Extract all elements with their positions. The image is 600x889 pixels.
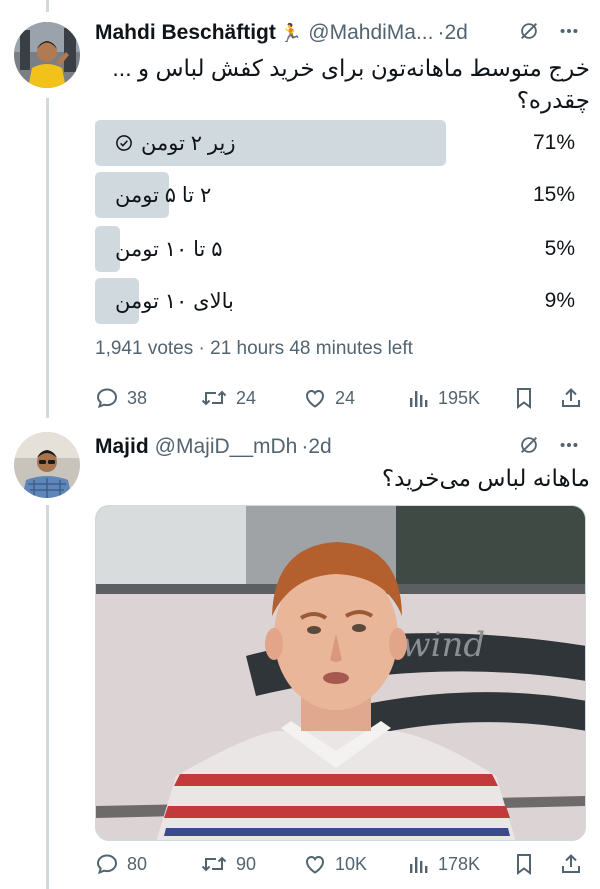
tweet2-text: ماهانه لباس می‌خرید؟ (381, 465, 590, 491)
tweet1-text-line2: چقدره؟ (516, 87, 590, 113)
bookmark-button[interactable] (513, 852, 535, 876)
like-count: 24 (335, 387, 356, 408)
views-icon (408, 852, 430, 876)
more-icon[interactable] (558, 434, 580, 456)
views-count: 178K (438, 853, 481, 874)
retweet-icon (200, 386, 228, 410)
poll-option-2: ۲ تا ۵ تومن 15% (95, 172, 575, 218)
bookmark-button[interactable] (513, 386, 535, 410)
retweet-button[interactable]: 90 (200, 852, 256, 876)
poll-label-2: ۲ تا ۵ تومن (115, 172, 211, 218)
poll-option-4: بالای ۱۰ تومن 9% (95, 278, 575, 324)
tweet1-text-line1: خرج متوسط ماهانه‌تون برای خرید کفش لباس … (112, 55, 590, 81)
like-icon (303, 852, 327, 876)
like-icon (303, 386, 327, 410)
like-count: 10K (335, 853, 368, 874)
retweet-count: 24 (236, 387, 257, 408)
poll-label-1: زیر ۲ تومن (115, 120, 235, 166)
poll-meta: 1,941 votes · 21 hours 48 minutes left (95, 338, 413, 360)
poll-percent-4: 9% (544, 289, 575, 312)
tweet1-actions: 38 24 24 195K (95, 384, 590, 412)
reply-button[interactable]: 80 (95, 852, 147, 876)
tweet2-display-name[interactable]: Majid (95, 435, 149, 459)
poll-option-1: زیر ۲ تومن 71% (95, 120, 575, 166)
avatar-majid[interactable] (14, 432, 80, 498)
tweet2-time[interactable]: 2d (308, 435, 331, 459)
retweet-count: 90 (236, 853, 257, 874)
tweet2-media-image[interactable]: thwind (95, 505, 586, 841)
tweet2-header: Majid @MajiD__mDh · 2d (95, 432, 590, 462)
share-button[interactable] (559, 852, 583, 876)
like-button[interactable]: 24 (303, 386, 355, 410)
check-circle-icon (115, 134, 133, 152)
poll-time-left: 21 hours 48 minutes left (210, 338, 413, 359)
reply-icon (95, 852, 119, 876)
reply-button[interactable]: 38 (95, 386, 147, 410)
poll-option-2-text: ۲ تا ۵ تومن (115, 183, 212, 207)
tweet1-handle[interactable]: @MahdiMa... (308, 21, 433, 45)
poll-percent-1: 71% (532, 131, 575, 154)
grok-slash-icon[interactable] (518, 20, 540, 42)
like-button[interactable]: 10K (303, 852, 367, 876)
poll-option-3-text: ۵ تا ۱۰ تومن (115, 237, 223, 261)
tweet2-separator: · (301, 435, 309, 458)
poll-option-1-text: زیر ۲ تومن (141, 131, 236, 155)
poll-option-3: ۵ تا ۱۰ تومن 5% (95, 226, 575, 272)
tweet1-display-name[interactable]: Mahdi Beschäftigt (95, 21, 276, 45)
grok-slash-icon[interactable] (518, 434, 540, 456)
tweet1-time[interactable]: 2d (444, 21, 467, 45)
tweet1-header: Mahdi Beschäftigt 🏃 @MahdiMa... · 2d (95, 18, 590, 48)
share-icon (559, 852, 583, 876)
share-icon (559, 386, 583, 410)
poll-label-3: ۵ تا ۱۰ تومن (115, 226, 223, 272)
poll-percent-3: 5% (544, 237, 575, 260)
reply-count: 80 (127, 853, 148, 874)
views-count: 195K (438, 387, 481, 408)
tweet2-handle[interactable]: @MajiD__mDh (155, 435, 298, 459)
reply-icon (95, 386, 119, 410)
thread-line-tweet2 (46, 505, 49, 889)
bookmark-icon (513, 386, 535, 410)
tweet1-separator: · (437, 21, 445, 44)
runner-emoji-icon: 🏃 (279, 22, 303, 43)
views-button[interactable]: 195K (408, 386, 480, 410)
more-icon[interactable] (558, 20, 580, 42)
thread-line-top (46, 0, 49, 12)
retweet-icon (200, 852, 228, 876)
bookmark-icon (513, 852, 535, 876)
tweet2-actions: 80 90 10K 178K (95, 850, 590, 878)
views-button[interactable]: 178K (408, 852, 480, 876)
views-icon (408, 386, 430, 410)
poll-option-4-text: بالای ۱۰ تومن (115, 289, 234, 313)
reply-count: 38 (127, 387, 148, 408)
thread-line-tweet1 (46, 98, 49, 418)
poll-meta-dot: · (198, 338, 205, 359)
poll-percent-2: 15% (532, 183, 575, 206)
poll-votes: 1,941 votes (95, 338, 194, 359)
retweet-button[interactable]: 24 (200, 386, 256, 410)
avatar-mahdi[interactable] (14, 22, 80, 88)
poll-label-4: بالای ۱۰ تومن (115, 278, 234, 324)
share-button[interactable] (559, 386, 583, 410)
